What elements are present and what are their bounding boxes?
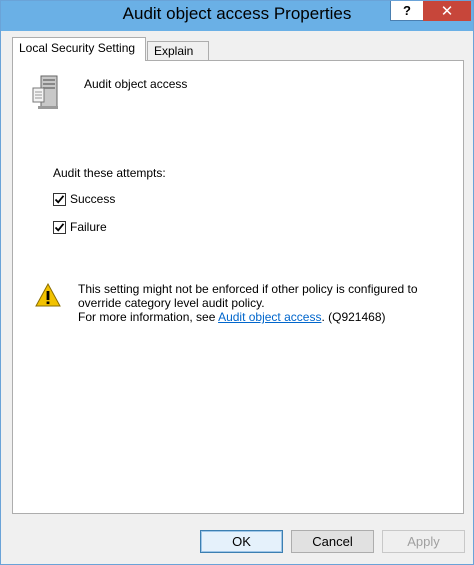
policy-name: Audit object access [84, 77, 188, 91]
audit-object-access-link[interactable]: Audit object access [218, 310, 321, 324]
audit-attempts-label: Audit these attempts: [53, 166, 166, 180]
check-icon [54, 222, 65, 232]
warning-message: This setting might not be enforced if ot… [78, 282, 448, 324]
server-icon [32, 75, 58, 109]
close-icon: ✕ [440, 3, 454, 20]
failure-label: Failure [70, 220, 107, 234]
success-checkbox[interactable] [53, 192, 66, 206]
help-button[interactable]: ? [390, 1, 424, 21]
check-icon [54, 194, 65, 204]
close-button[interactable]: ✕ [423, 1, 471, 21]
tab-explain[interactable]: Explain [147, 41, 209, 61]
tab-local-security-setting[interactable]: Local Security Setting [12, 37, 146, 61]
title-bar[interactable]: Audit object access Properties ? ✕ [1, 1, 473, 31]
success-option[interactable]: Success [53, 192, 115, 206]
properties-dialog: Audit object access Properties ? ✕ Local… [0, 0, 474, 565]
more-info-suffix: . (Q921468) [321, 310, 386, 324]
cancel-button[interactable]: Cancel [291, 530, 374, 553]
failure-option[interactable]: Failure [53, 220, 107, 234]
tab-label: Explain [154, 44, 194, 58]
apply-button[interactable]: Apply [382, 530, 465, 553]
help-icon: ? [403, 3, 411, 18]
more-info-line: For more information, see Audit object a… [78, 310, 448, 324]
tab-label: Local Security Setting [19, 41, 136, 55]
ok-button[interactable]: OK [200, 530, 283, 553]
warning-icon [35, 283, 61, 307]
tab-panel: Audit object access Audit these attempts… [12, 60, 464, 514]
more-info-prefix: For more information, see [78, 310, 219, 324]
success-label: Success [70, 192, 116, 206]
failure-checkbox[interactable] [53, 220, 66, 234]
warning-line: This setting might not be enforced if ot… [78, 282, 418, 310]
